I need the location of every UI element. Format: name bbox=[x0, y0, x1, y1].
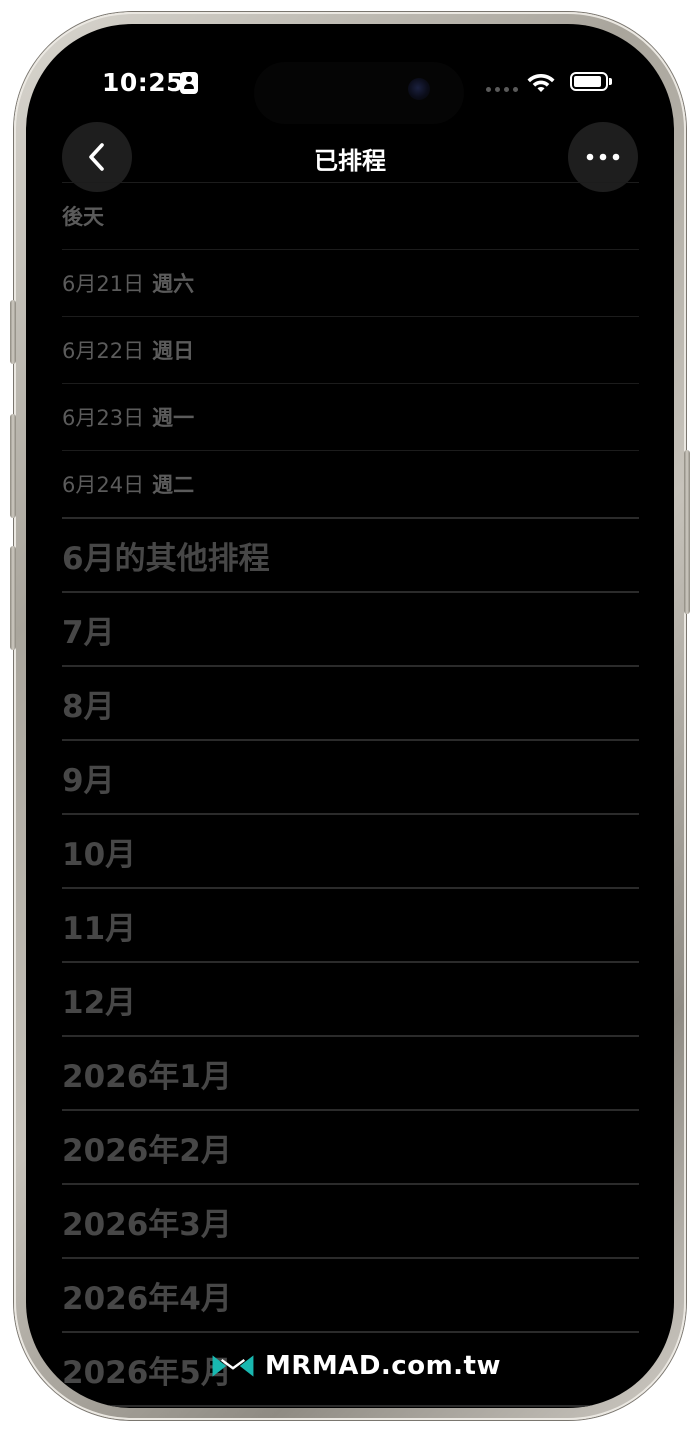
day-weekday: 週六 bbox=[152, 272, 195, 296]
day-date: 6月22日 bbox=[62, 339, 145, 363]
watermark: MRMAD.com.tw bbox=[211, 1346, 501, 1386]
list-item-month[interactable]: 10月 bbox=[62, 815, 639, 889]
day-date: 6月24日 bbox=[62, 473, 145, 497]
day-date: 6月23日 bbox=[62, 406, 145, 430]
status-time: 10:25 bbox=[102, 68, 185, 97]
list-item-day[interactable]: 6月22日 週日 bbox=[62, 317, 639, 384]
watermark-text: MRMAD.com.tw bbox=[264, 1351, 501, 1381]
list-item-month[interactable]: 2026年3月 bbox=[62, 1185, 639, 1259]
list-item-month[interactable]: 9月 bbox=[62, 741, 639, 815]
volume-down-button bbox=[10, 546, 16, 650]
list-item-month[interactable]: 12月 bbox=[62, 963, 639, 1037]
list-item-month[interactable]: 8月 bbox=[62, 667, 639, 741]
list-item-day[interactable]: 6月21日 週六 bbox=[62, 250, 639, 317]
wifi-icon bbox=[527, 74, 555, 92]
cellular-signal-icon bbox=[486, 87, 518, 92]
list-item-month[interactable]: 11月 bbox=[62, 889, 639, 963]
mrmad-logo-icon bbox=[212, 1355, 254, 1377]
day-weekday: 週一 bbox=[152, 406, 195, 430]
dynamic-island bbox=[254, 62, 464, 124]
day-weekday: 週二 bbox=[152, 473, 195, 497]
list-item-month[interactable]: 7月 bbox=[62, 593, 639, 667]
scheduled-list: 後天 6月21日 週六 6月22日 週日 6月23日 週一 6月24日 週二 6… bbox=[62, 182, 639, 1407]
list-item-day[interactable]: 6月23日 週一 bbox=[62, 384, 639, 451]
list-item-month[interactable]: 2026年4月 bbox=[62, 1259, 639, 1333]
camera-icon bbox=[408, 78, 430, 100]
screen: 10:25 已排程 後天 6月21日 週六 6月22日 週日 6月23日 週一 … bbox=[26, 24, 674, 1408]
volume-up-button bbox=[10, 414, 16, 518]
list-item-day[interactable]: 6月24日 週二 bbox=[62, 451, 639, 519]
list-item-month[interactable]: 6月的其他排程 bbox=[62, 519, 639, 593]
day-label: 後天 bbox=[62, 205, 104, 229]
focus-mode-icon bbox=[180, 72, 198, 94]
day-weekday: 週日 bbox=[152, 339, 195, 363]
ellipsis-icon bbox=[586, 153, 620, 161]
list-item-day-after-tomorrow[interactable]: 後天 bbox=[62, 183, 639, 250]
list-item-month[interactable]: 2026年2月 bbox=[62, 1111, 639, 1185]
day-date: 6月21日 bbox=[62, 272, 145, 296]
side-button bbox=[684, 450, 690, 614]
action-button bbox=[10, 300, 16, 364]
list-item-month[interactable]: 2026年1月 bbox=[62, 1037, 639, 1111]
battery-icon bbox=[570, 72, 612, 91]
